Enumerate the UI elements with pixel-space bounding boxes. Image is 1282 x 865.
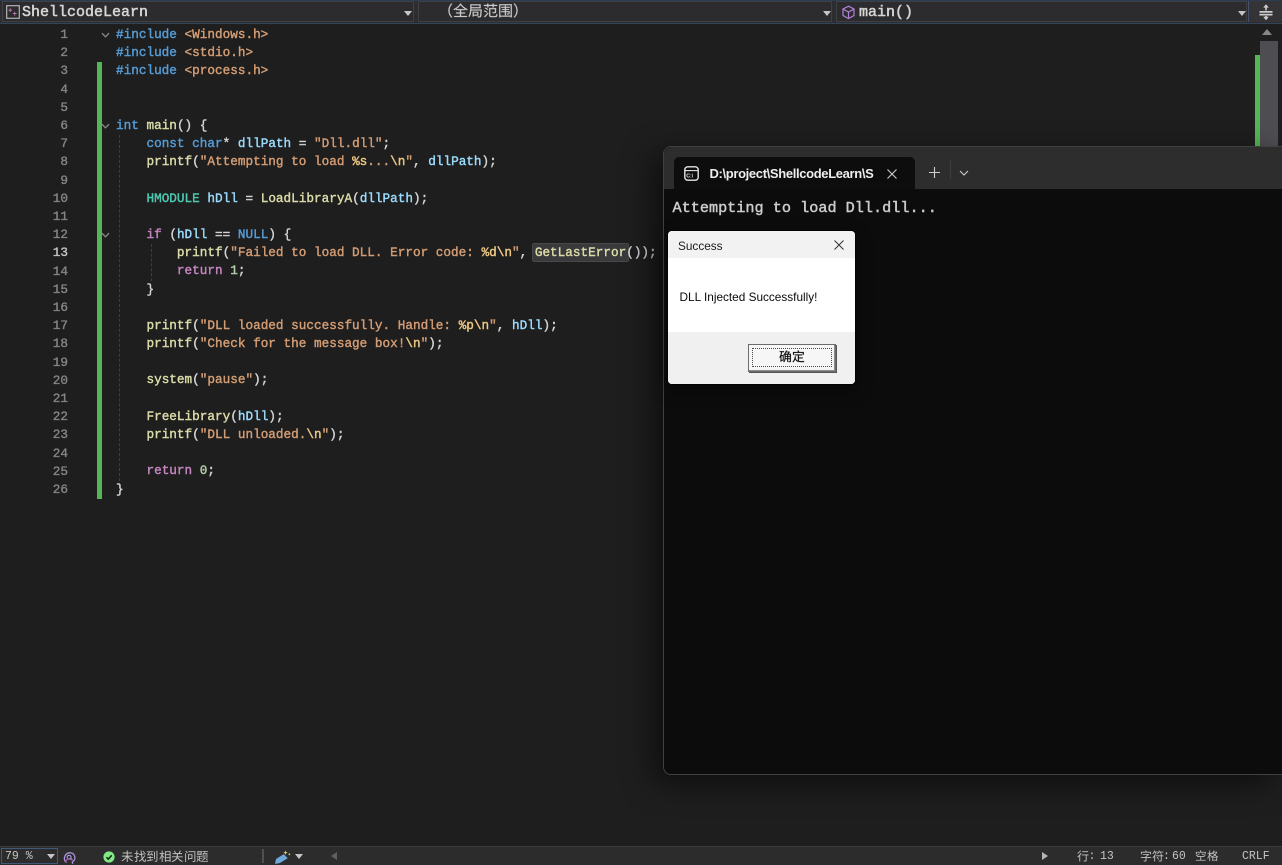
- svg-text:C:\: C:\: [686, 173, 693, 179]
- svg-text:+: +: [13, 9, 18, 18]
